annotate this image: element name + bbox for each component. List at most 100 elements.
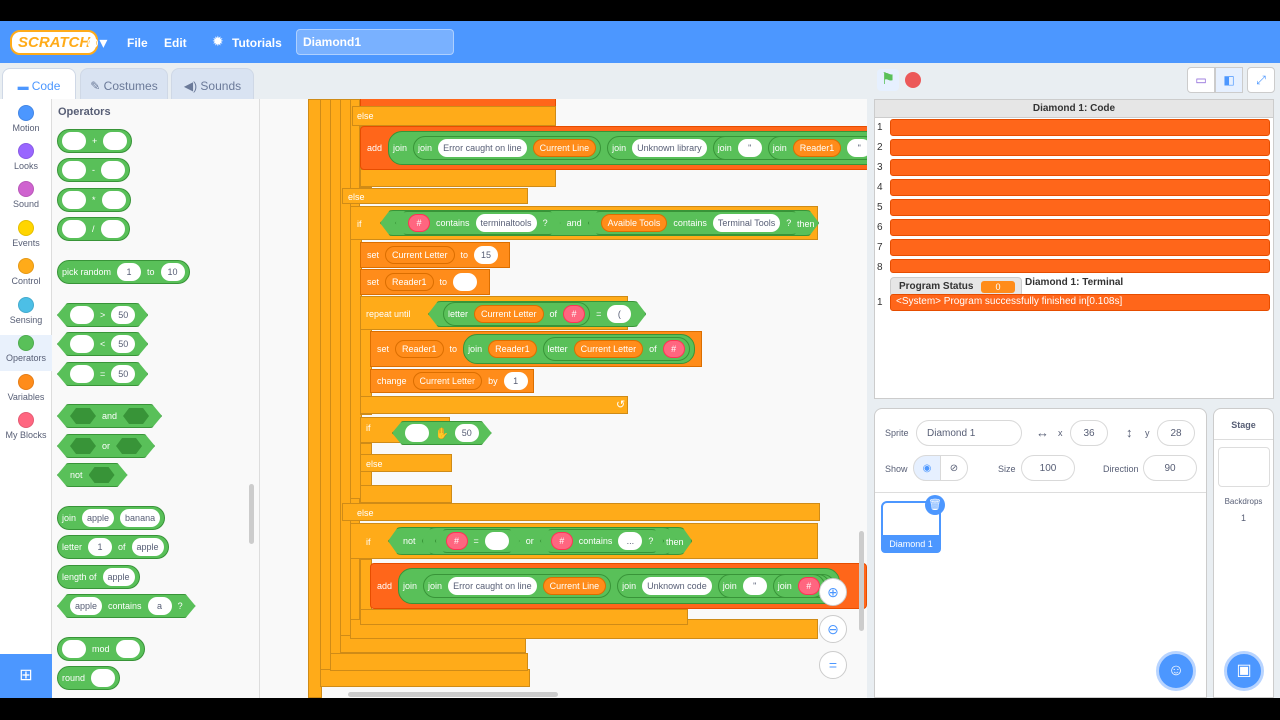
green-flag-icon[interactable]: ⚑ [877,69,899,91]
greater-than-block[interactable]: >50 [57,303,148,327]
add-extension-button[interactable]: ⊞ [0,654,52,698]
direction-input[interactable]: 90 [1143,455,1197,481]
add-sprite-button[interactable]: ☺ [1156,651,1196,691]
else-label: else [357,111,374,121]
less-than-block[interactable]: <50 [57,332,148,356]
tab-code[interactable]: ▬ Code [2,68,76,100]
scratch-logo[interactable]: SCRATCH [10,30,99,55]
stage-thumbnail[interactable] [1218,447,1270,487]
add-backdrop-button[interactable]: ▣ [1224,651,1264,691]
list-item[interactable] [890,259,1270,273]
category-looks[interactable]: Looks [0,143,52,171]
speaker-icon: ◀) [183,79,201,93]
direction-label: Direction [1103,464,1139,474]
zoom-reset-icon[interactable]: = [819,651,847,679]
set-variable-block[interactable]: set Reader1 to [360,269,490,295]
if-label: if [366,537,371,547]
category-sensing[interactable]: Sensing [0,297,52,325]
vertical-scrollbar[interactable] [859,531,864,631]
palette-scrollbar[interactable] [249,484,254,544]
backdrops-label: Backdrops [1224,497,1263,506]
then-label: then [797,219,815,229]
category-operators[interactable]: Operators [0,335,52,371]
equals-block[interactable]: = 50 [57,362,148,386]
delete-icon[interactable]: 🗑 [925,495,945,515]
not-block[interactable]: not # = or # contains...? [388,527,692,555]
or-block[interactable]: or [57,434,155,458]
tab-costumes[interactable]: ✎ Costumes [80,68,168,100]
list-item[interactable] [890,119,1270,136]
add-to-list-block[interactable]: add join join Error caught on line Current… [370,563,867,609]
control-footer [360,485,452,503]
pick-random-block[interactable]: pick random 1 to 10 [57,260,190,284]
set-variable-block[interactable]: set Current Letter to 15 [360,242,510,268]
control-footer [330,653,528,671]
multiply-block[interactable]: * [57,188,131,212]
category-variables[interactable]: Variables [0,374,52,402]
change-variable-block[interactable]: change Current Letter by 1 [370,369,534,393]
small-stage-icon[interactable]: ▭ [1187,67,1215,93]
zoom-in-icon[interactable]: ⊕ [819,578,847,606]
backdrops-count: 1 [1240,513,1246,523]
sprite-label: Sprite [885,428,909,438]
repeat-footer [360,396,628,414]
list-item[interactable] [890,239,1270,256]
file-menu[interactable]: File [127,36,148,50]
join-block[interactable]: join join Error caught on line Current Lin… [388,131,867,165]
project-title-input[interactable]: Diamond1 [296,29,454,55]
stage-title: Stage [1231,420,1256,430]
large-stage-icon[interactable]: ◧ [1215,67,1243,93]
else-label: else [348,192,365,202]
fullscreen-icon[interactable]: ⤢ [1247,67,1275,93]
zoom-out-icon[interactable]: ⊖ [819,615,847,643]
else-label: else [357,508,374,518]
category-motion[interactable]: Motion [0,105,52,133]
sprite-name-input[interactable]: Diamond 1 [916,420,1022,446]
length-of-block[interactable]: length of apple [57,565,140,589]
tutorials-menu[interactable]: Tutorials [232,36,282,50]
category-my-blocks[interactable]: My Blocks [0,412,52,440]
else-bar [342,188,528,204]
subtract-block[interactable]: - [57,158,130,182]
not-block[interactable]: not [57,463,128,487]
y-input[interactable]: 28 [1157,420,1195,446]
equals-block[interactable]: letter Current Letter of # =( [428,301,646,327]
list-item[interactable] [890,159,1270,176]
divide-block[interactable]: / [57,217,130,241]
control-footer [320,669,530,687]
list-item[interactable] [890,179,1270,196]
and-block[interactable]: # contains terminaltools? and Avaible Tool… [380,210,819,236]
repeat-until-label: repeat until [366,309,411,319]
edit-menu[interactable]: Edit [164,36,187,50]
x-input[interactable]: 36 [1070,420,1108,446]
round-block[interactable]: round [57,666,121,690]
list-item[interactable] [890,139,1270,156]
add-to-list-block[interactable]: add join join Error caught on line Current… [360,126,867,170]
hide-icon[interactable]: ⊘ [940,455,968,481]
category-sound[interactable]: Sound [0,181,52,209]
join-block[interactable]: join apple banana [57,506,166,530]
globe-icon[interactable]: ⊕▾ [86,33,107,53]
add-block[interactable]: + [57,129,133,153]
contains-block[interactable]: apple contains a? [57,594,196,618]
else-bar [352,106,556,126]
stop-icon[interactable] [905,72,921,88]
and-block[interactable]: and [57,404,162,428]
else-label: else [366,459,383,469]
set-variable-block[interactable]: set Reader1 to join Reader1 letter Current L… [370,331,702,367]
list-item[interactable] [890,199,1270,216]
tab-sounds[interactable]: ◀) Sounds [171,68,254,100]
code-icon: ▬ [17,81,32,93]
category-control[interactable]: Control [0,258,52,286]
show-visible-icon[interactable]: ◉ [913,455,941,481]
mod-block[interactable]: mod [57,637,145,661]
dragged-greater-than-block[interactable]: ✋ 50 [392,421,492,445]
size-input[interactable]: 100 [1021,455,1075,481]
size-label: Size [998,464,1016,474]
letter-of-block[interactable]: letter 1 of apple [57,535,169,559]
category-events[interactable]: Events [0,220,52,248]
horizontal-scrollbar[interactable] [348,692,558,697]
stage[interactable]: Diamond 1: Code 1 2 3 4 5 6 7 8 Program … [874,99,1274,399]
list-item[interactable] [890,219,1270,236]
sprite-info-pane: Sprite Diamond 1 ↔ x 36 ↕ y 28 Show ◉ ⊘ … [874,408,1207,698]
